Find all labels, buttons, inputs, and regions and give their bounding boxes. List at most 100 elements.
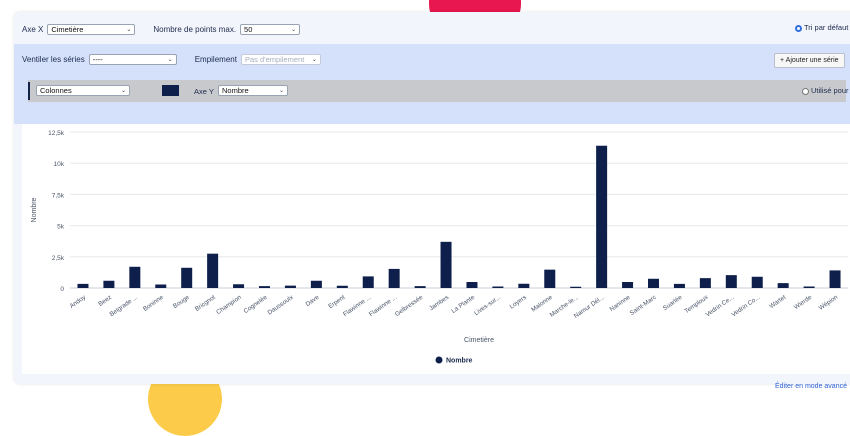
bar <box>414 286 426 288</box>
stacking-label: Empilement <box>194 55 237 64</box>
x-tick-label: Beez <box>97 294 113 308</box>
bar <box>777 283 789 288</box>
radio-unselected-icon <box>802 87 809 95</box>
y-axis-title: Nombre <box>31 197 38 222</box>
axe-x-label: Axe X <box>22 24 44 34</box>
series-row: Colonnes ⌄ Axe Y Nombre ⌄ Utilisé pour l… <box>28 80 850 102</box>
x-tick-label: Dave <box>304 294 320 308</box>
chevron-down-icon: ⌄ <box>291 26 297 33</box>
bar <box>570 286 582 288</box>
max-points-label: Nombre de points max. <box>153 24 237 34</box>
bar <box>596 145 608 288</box>
bar <box>77 283 89 288</box>
chevron-down-icon: ⌄ <box>126 26 132 33</box>
y-tick-label: 5k <box>57 224 65 231</box>
y-tick-label: 2,5k <box>52 255 65 262</box>
split-series-select[interactable]: ---- ⌄ <box>88 54 177 65</box>
bar <box>336 285 348 288</box>
x-tick-label: Boninne <box>142 294 165 313</box>
y-tick-label: 7,5k <box>52 192 65 199</box>
chart-area: 0 2,5k 5k 7,5k 10k 12,5k Nombre Andoy Beez Belgra… <box>22 124 850 374</box>
series-color-swatch[interactable] <box>162 85 179 96</box>
bar <box>362 276 374 288</box>
y-tick-label: 12,5k <box>48 130 65 137</box>
bar <box>544 269 556 288</box>
bar <box>155 284 167 288</box>
chevron-down-icon: ⌄ <box>167 57 173 63</box>
x-tick-label: Bouge <box>172 294 191 310</box>
use-for-sort-label: Utilisé pour le tri <box>811 86 850 95</box>
axe-x-value: Cimetière <box>51 24 84 34</box>
x-tick-label: Champion <box>215 294 243 316</box>
x-tick-label: Suarlée <box>662 294 684 312</box>
bar <box>103 280 115 288</box>
axe-y-value: Nombre <box>222 86 249 95</box>
series-row-accent <box>28 82 30 100</box>
y-tick-label: 10k <box>54 161 65 168</box>
radio-selected-icon <box>795 24 802 32</box>
bar <box>829 270 841 288</box>
axe-y-label: Axe Y <box>194 87 214 96</box>
x-tick-label: Andoy <box>68 293 87 309</box>
x-tick-label: Wartet <box>768 294 787 310</box>
bar <box>181 267 193 288</box>
bar <box>518 283 530 288</box>
bar <box>673 283 685 288</box>
chevron-down-icon: ⌄ <box>311 57 317 63</box>
bar <box>803 286 815 288</box>
bar <box>310 280 322 288</box>
legend-marker <box>435 356 443 364</box>
x-tick-label: Wépion <box>818 294 840 312</box>
axe-x-select[interactable]: Cimetière ⌄ <box>47 23 136 35</box>
x-tick-label: Lives-sur... <box>473 294 502 317</box>
bar <box>492 286 504 288</box>
bar <box>129 266 141 288</box>
bar <box>207 253 219 288</box>
bar <box>622 282 634 288</box>
stacking-select[interactable]: Pas d'empilement ⌄ <box>240 54 321 65</box>
x-tick-label: Bricgnot <box>194 294 217 313</box>
use-for-sort-radio[interactable]: Utilisé pour le tri <box>802 86 850 95</box>
max-points-value: 50 <box>244 24 253 34</box>
default-sort-label: Tri par défaut <box>804 23 849 32</box>
x-tick-label: Erpent <box>327 294 346 311</box>
x-tick-label: Saint-Marc <box>629 294 658 317</box>
stacking-value: Pas d'empilement <box>244 55 305 64</box>
x-tick-label: Vedrin Co... <box>730 294 761 319</box>
bar <box>284 285 296 288</box>
x-tick-label: Loyers <box>508 294 528 311</box>
chevron-down-icon: ⌄ <box>120 88 126 94</box>
chevron-down-icon: ⌄ <box>278 88 284 94</box>
x-tick-label: Naninne <box>608 294 632 313</box>
default-sort-radio[interactable]: Tri par défaut <box>795 23 848 32</box>
split-series-label: Ventiler les séries <box>22 55 85 64</box>
bar <box>725 275 737 288</box>
axis-toolbar: Axe X Cimetière ⌄ Nombre de points max. … <box>22 23 301 35</box>
y-tick-label: 0 <box>60 286 64 293</box>
bar <box>440 241 452 288</box>
bar <box>388 268 400 288</box>
bar <box>648 278 659 288</box>
chart-type-select[interactable]: Colonnes ⌄ <box>36 85 130 96</box>
bar <box>233 284 245 288</box>
x-tick-label: Flawinne ... <box>342 294 373 318</box>
bar <box>751 276 763 288</box>
bar-chart: 0 2,5k 5k 7,5k 10k 12,5k Nombre Andoy BeezBelgra… <box>31 130 848 365</box>
x-axis-title: Cimetière <box>464 337 494 344</box>
x-tick-label: Flawinne ... <box>368 294 399 318</box>
add-series-button[interactable]: + Ajouter une série <box>774 53 845 68</box>
x-tick-label: Daussoulx <box>266 293 295 316</box>
bar <box>466 282 478 288</box>
edit-advanced-link[interactable]: Éditer en mode avancé <box>775 383 847 390</box>
split-series-value: ---- <box>92 55 103 64</box>
x-tick-label: Gelbressée <box>394 294 425 318</box>
x-tick-label: Belgrade ... <box>109 294 140 318</box>
legend-label: Nombre <box>446 358 473 365</box>
chart-type-value: Colonnes <box>40 86 72 95</box>
series-options: Ventiler les séries ---- ⌄ Empilement Pa… <box>22 54 321 65</box>
x-tick-label: Jambes <box>428 294 450 312</box>
axe-y-select[interactable]: Nombre ⌄ <box>218 85 288 96</box>
x-tick-label: Wierde <box>793 294 814 311</box>
bar <box>259 286 270 288</box>
max-points-select[interactable]: 50 ⌄ <box>240 23 301 35</box>
